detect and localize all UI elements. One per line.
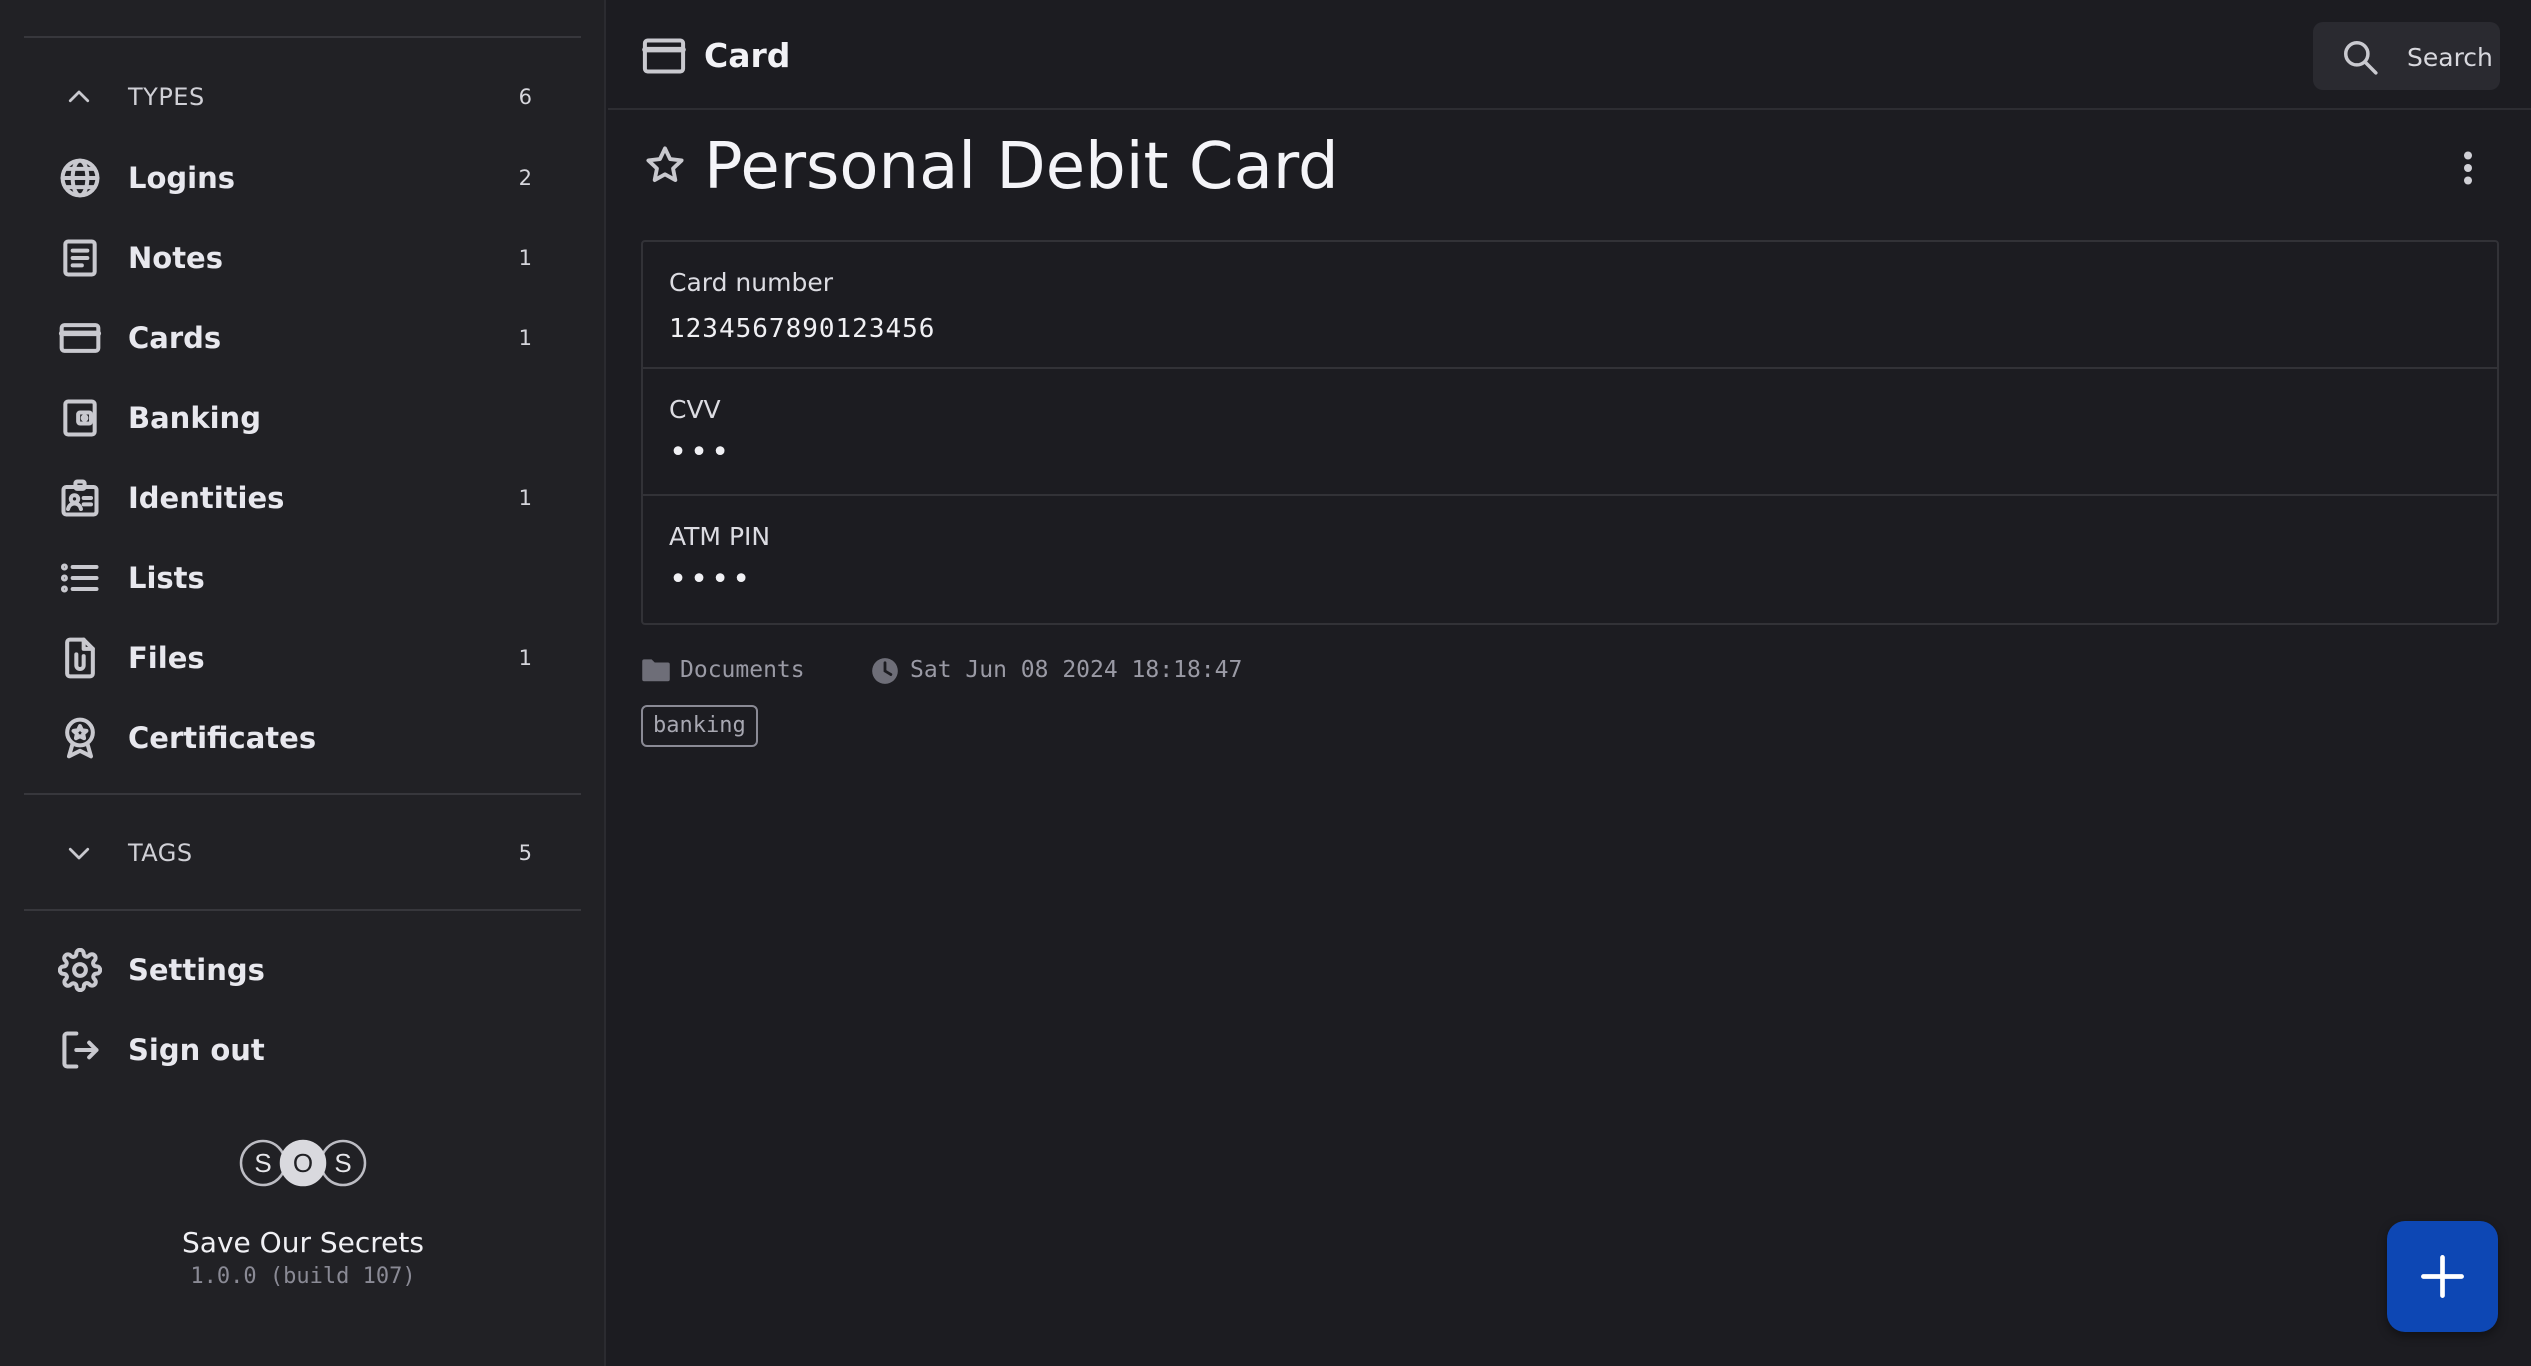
item-heading: Personal Debit Card <box>608 130 2531 210</box>
logo-letter-o: O <box>293 1148 313 1178</box>
list-icon <box>60 563 99 593</box>
logo-letter-s2: S <box>334 1148 351 1178</box>
divider <box>24 909 581 911</box>
plus-icon <box>2421 1255 2464 1298</box>
card-icon <box>58 323 102 353</box>
sidebar-item-label: Cards <box>128 321 222 355</box>
types-section-toggle[interactable]: TYPES 6 <box>0 67 606 127</box>
tags-section-toggle[interactable]: TAGS 5 <box>0 823 606 883</box>
sidebar-item-count: 1 <box>518 486 532 510</box>
sidebar-item-label: Identities <box>128 481 285 515</box>
field-label: ATM PIN <box>669 522 771 551</box>
field-label: Card number <box>669 268 834 297</box>
more-options-icon[interactable] <box>2448 148 2488 188</box>
sidebar-item-count: 2 <box>518 166 532 190</box>
field-card-number[interactable]: Card number 1234567890123456 <box>643 242 2497 369</box>
sidebar-item-cards[interactable]: Cards 1 <box>0 303 606 373</box>
globe-icon <box>60 158 100 198</box>
chevron-down-icon <box>68 847 90 860</box>
sidebar-item-label: Logins <box>128 161 236 195</box>
sidebar-item-certificates[interactable]: Certificates <box>0 703 606 773</box>
sidebar-item-identities[interactable]: Identities 1 <box>0 463 606 533</box>
divider <box>24 36 581 38</box>
field-value-masked[interactable]: ••• <box>669 435 732 470</box>
item-meta: Documents Sat Jun 08 2024 18:18:47 <box>641 655 1541 689</box>
app-version: 1.0.0 (build 107) <box>190 1264 416 1289</box>
page-title: Card <box>704 36 791 75</box>
top-bar: Card Search <box>608 0 2531 110</box>
divider <box>24 793 581 795</box>
bank-icon <box>63 399 97 437</box>
field-value[interactable]: 1234567890123456 <box>669 314 935 344</box>
sidebar-item-logins[interactable]: Logins 2 <box>0 143 606 213</box>
modified-date: Sat Jun 08 2024 18:18:47 <box>910 657 1243 683</box>
sidebar-item-label: Certificates <box>128 721 317 755</box>
field-value-masked[interactable]: •••• <box>669 562 753 597</box>
search-button[interactable]: Search <box>2313 22 2500 90</box>
gear-icon <box>58 948 102 992</box>
folder-icon <box>642 659 670 682</box>
settings-link[interactable]: Settings <box>0 935 606 1005</box>
folder-link[interactable]: Documents <box>680 657 805 683</box>
sidebar-item-notes[interactable]: Notes 1 <box>0 223 606 293</box>
note-icon <box>63 239 97 277</box>
sidebar-item-count: 1 <box>518 246 532 270</box>
tag-chip[interactable]: banking <box>641 705 758 747</box>
logo-letter-s1: S <box>254 1148 271 1178</box>
tags-label: TAGS <box>128 839 193 867</box>
card-icon <box>642 38 686 74</box>
sidebar-item-label: Banking <box>128 401 261 435</box>
sign-out-link[interactable]: Sign out <box>0 1015 606 1085</box>
file-clip-icon <box>65 637 95 679</box>
field-atm-pin[interactable]: ATM PIN •••• <box>643 496 2497 623</box>
clock-icon <box>872 658 898 684</box>
tags-count: 5 <box>518 841 532 865</box>
add-item-button[interactable] <box>2387 1221 2498 1332</box>
field-cvv[interactable]: CVV ••• <box>643 369 2497 496</box>
types-label: TYPES <box>128 83 205 111</box>
sidebar-item-count: 1 <box>518 646 532 670</box>
sos-logo: S O S <box>239 1139 367 1187</box>
sign-out-label: Sign out <box>128 1033 265 1067</box>
sidebar-item-count: 1 <box>518 326 532 350</box>
types-count: 6 <box>518 85 532 109</box>
sidebar-item-lists[interactable]: Lists <box>0 543 606 613</box>
sidebar: TYPES 6 Logins 2 Notes 1 Cards 1 Banking <box>0 0 606 1366</box>
sidebar-item-label: Lists <box>128 561 205 595</box>
award-icon <box>65 717 95 759</box>
app-name: Save Our Secrets <box>182 1226 424 1259</box>
star-icon[interactable] <box>644 144 686 186</box>
settings-label: Settings <box>128 953 265 987</box>
sidebar-item-label: Notes <box>128 241 223 275</box>
search-label: Search <box>2407 43 2493 72</box>
search-icon <box>2344 41 2378 75</box>
sign-out-icon <box>62 1031 99 1069</box>
field-label: CVV <box>669 395 721 424</box>
item-title: Personal Debit Card <box>704 130 1339 204</box>
chevron-up-icon <box>68 90 90 103</box>
secret-fields: Card number 1234567890123456 CVV ••• ATM… <box>641 240 2499 625</box>
sidebar-item-banking[interactable]: Banking <box>0 383 606 453</box>
sidebar-item-files[interactable]: Files 1 <box>0 623 606 693</box>
sidebar-item-label: Files <box>128 641 205 675</box>
id-badge-icon <box>61 479 99 517</box>
